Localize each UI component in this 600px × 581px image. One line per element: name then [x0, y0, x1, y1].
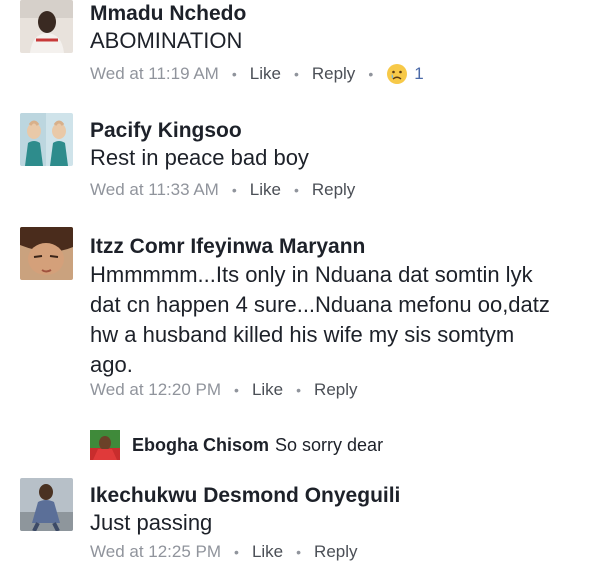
- comment-meta: Wed at 11:19 AM • Like • Reply • 1: [90, 63, 424, 85]
- like-button[interactable]: Like: [250, 64, 281, 84]
- comment-text-line: Hmmmmm...Its only in Nduana dat somtin l…: [90, 262, 533, 287]
- separator: •: [293, 66, 299, 82]
- separator: •: [234, 382, 239, 398]
- reaction-count[interactable]: 1: [414, 64, 423, 84]
- separator: •: [296, 382, 302, 398]
- like-button[interactable]: Like: [250, 180, 281, 200]
- timestamp: Wed at 12:20 PM: [90, 380, 222, 399]
- like-button[interactable]: Like: [252, 542, 283, 562]
- comment-text: ABOMINATION: [90, 28, 243, 53]
- avatar-photo: [20, 478, 73, 531]
- avatar-photo: [90, 430, 120, 460]
- reply-author[interactable]: Ebogha Chisom: [132, 435, 269, 456]
- separator: •: [293, 182, 299, 198]
- comment-text: Hmmmmm...Its only in Nduana dat somtin l…: [90, 260, 590, 380]
- commenter-name[interactable]: Ikechukwu Desmond Onyeguili: [90, 484, 400, 508]
- reply-button[interactable]: Reply: [312, 64, 355, 84]
- comment-text-line: dat cn happen 4 sure...Nduana mefonu oo,…: [90, 292, 550, 317]
- separator: •: [234, 544, 239, 560]
- comment-text-line: ago.: [90, 352, 133, 377]
- separator: •: [368, 66, 374, 82]
- sad-face-icon[interactable]: [386, 63, 408, 85]
- reply-preview[interactable]: Ebogha Chisom So sorry dear: [90, 430, 383, 460]
- avatar-photo: [20, 113, 73, 166]
- timestamp: Wed at 11:33 AM: [90, 180, 219, 199]
- avatar[interactable]: [20, 227, 73, 280]
- comment-text: Just passing: [90, 510, 213, 535]
- reply-button[interactable]: Reply: [312, 180, 355, 200]
- separator: •: [231, 182, 237, 198]
- reply-button[interactable]: Reply: [314, 380, 357, 400]
- comment-text: Rest in peace bad boy: [90, 145, 309, 170]
- reply-text: So sorry dear: [275, 434, 384, 455]
- commenter-name[interactable]: Pacify Kingsoo: [90, 119, 242, 143]
- avatar[interactable]: [20, 113, 73, 166]
- like-button[interactable]: Like: [252, 380, 283, 400]
- commenter-name[interactable]: Itzz Comr Ifeyinwa Maryann: [90, 235, 365, 259]
- reply-avatar[interactable]: [90, 430, 120, 460]
- avatar[interactable]: [20, 478, 73, 531]
- reply-button[interactable]: Reply: [314, 542, 357, 562]
- commenter-name[interactable]: Mmadu Nchedo: [90, 2, 246, 26]
- comment-meta: Wed at 11:33 AM • Like • Reply: [90, 180, 355, 200]
- avatar-photo: [20, 227, 73, 280]
- comment-meta: Wed at 12:25 PM • Like • Reply: [90, 542, 358, 562]
- timestamp: Wed at 11:19 AM: [90, 64, 219, 83]
- timestamp: Wed at 12:25 PM: [90, 542, 222, 561]
- comment-text-line: hw a husband killed his wife my sis somt…: [90, 322, 515, 347]
- separator: •: [296, 544, 302, 560]
- comment-meta: Wed at 12:20 PM • Like • Reply: [90, 380, 358, 400]
- separator: •: [231, 66, 237, 82]
- avatar-photo: [20, 0, 73, 53]
- avatar[interactable]: [20, 0, 73, 53]
